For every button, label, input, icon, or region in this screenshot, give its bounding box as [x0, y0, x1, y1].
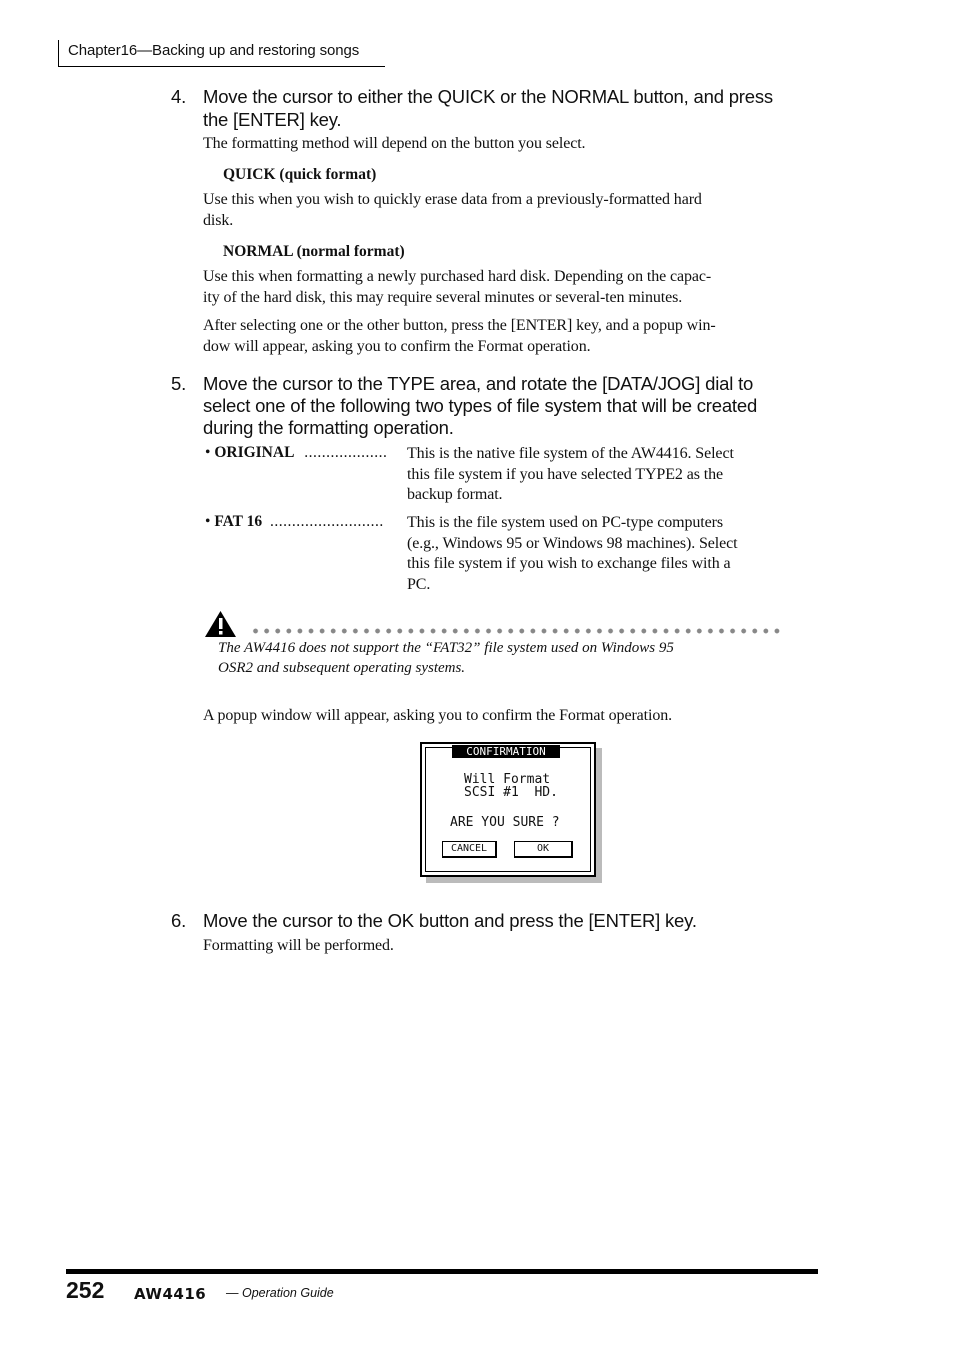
definition-text-line: This is the native file system of the AW… — [407, 445, 734, 462]
step-title-line: Move the cursor to the OK button and pre… — [203, 910, 697, 931]
term: ORIGINAL — [214, 444, 295, 461]
definition-text-line: this file system if you wish to exchange… — [407, 555, 731, 572]
warning-divider — [250, 628, 785, 634]
normal-text-line: Use this when formatting a newly purchas… — [203, 268, 712, 285]
warning-triangle-icon — [205, 611, 236, 637]
warning-text-line: The AW4416 does not support the “FAT32” … — [218, 640, 674, 656]
step-title-line: during the formatting operation. — [203, 417, 454, 438]
lcd-title: CONFIRMATION — [452, 745, 560, 758]
definition-text-line: backup format. — [407, 486, 503, 503]
step-number: 4. — [171, 86, 187, 107]
step-title-line: Move the cursor to either the QUICK or t… — [203, 86, 773, 107]
lcd-cancel-button[interactable]: CANCEL — [442, 841, 497, 858]
definition-text-line: This is the file system used on PC-type … — [407, 514, 723, 531]
step-5: 5. Move the cursor to the TYPE area, and… — [0, 373, 954, 441]
step-description: Formatting will be performed. — [203, 937, 394, 954]
definition-text-line: this file system if you have selected TY… — [407, 466, 723, 483]
after-text-line: dow will appear, asking you to confirm t… — [203, 338, 591, 355]
warning-text-line: OSR2 and subsequent operating systems. — [218, 660, 466, 676]
quick-text-line: disk. — [203, 212, 234, 229]
lcd-ok-button[interactable]: OK — [514, 841, 573, 858]
lcd-question: ARE YOU SURE ? — [450, 815, 560, 830]
step-6: 6. Move the cursor to the OK button and … — [0, 910, 954, 934]
lcd-confirmation-popup: CONFIRMATION Will Format SCSI #1 HD. ARE… — [420, 742, 596, 877]
definition-term-original: • ORIGINAL ................... — [205, 444, 388, 461]
product-logo: AW4416 — [134, 1285, 207, 1303]
step-number: 5. — [171, 373, 187, 394]
after-text-line: After selecting one or the other button,… — [203, 317, 716, 334]
popup-intro: A popup window will appear, asking you t… — [203, 707, 673, 724]
normal-text-line: ity of the hard disk, this may require s… — [203, 289, 683, 306]
step-number: 6. — [171, 910, 187, 931]
step-4: 4. Move the cursor to either the QUICK o… — [0, 86, 954, 132]
definition-term-fat16: • FAT 16 .......................... — [205, 513, 384, 530]
definition-text-line: PC. — [407, 576, 431, 593]
step-description: The formatting method will depend on the… — [203, 135, 586, 152]
step-title-line: the [ENTER] key. — [203, 109, 342, 130]
quick-text-line: Use this when you wish to quickly erase … — [203, 191, 702, 208]
chapter-header: Chapter16—Backing up and restoring songs — [58, 40, 385, 67]
guide-title: — Operation Guide — [226, 1286, 334, 1300]
page-number: 252 — [66, 1277, 105, 1303]
step-title-line: select one of the following two types of… — [203, 395, 758, 416]
normal-heading: NORMAL (normal format) — [223, 243, 405, 260]
lcd-line: SCSI #1 HD. — [464, 785, 558, 800]
definition-text-line: (e.g., Windows 95 or Windows 98 machines… — [407, 535, 738, 552]
term: FAT 16 — [214, 513, 263, 530]
quick-heading: QUICK (quick format) — [223, 166, 377, 183]
footer-rule — [66, 1269, 818, 1274]
step-title-line: Move the cursor to the TYPE area, and ro… — [203, 373, 754, 394]
chapter-title: Chapter16—Backing up and restoring songs — [68, 42, 360, 59]
